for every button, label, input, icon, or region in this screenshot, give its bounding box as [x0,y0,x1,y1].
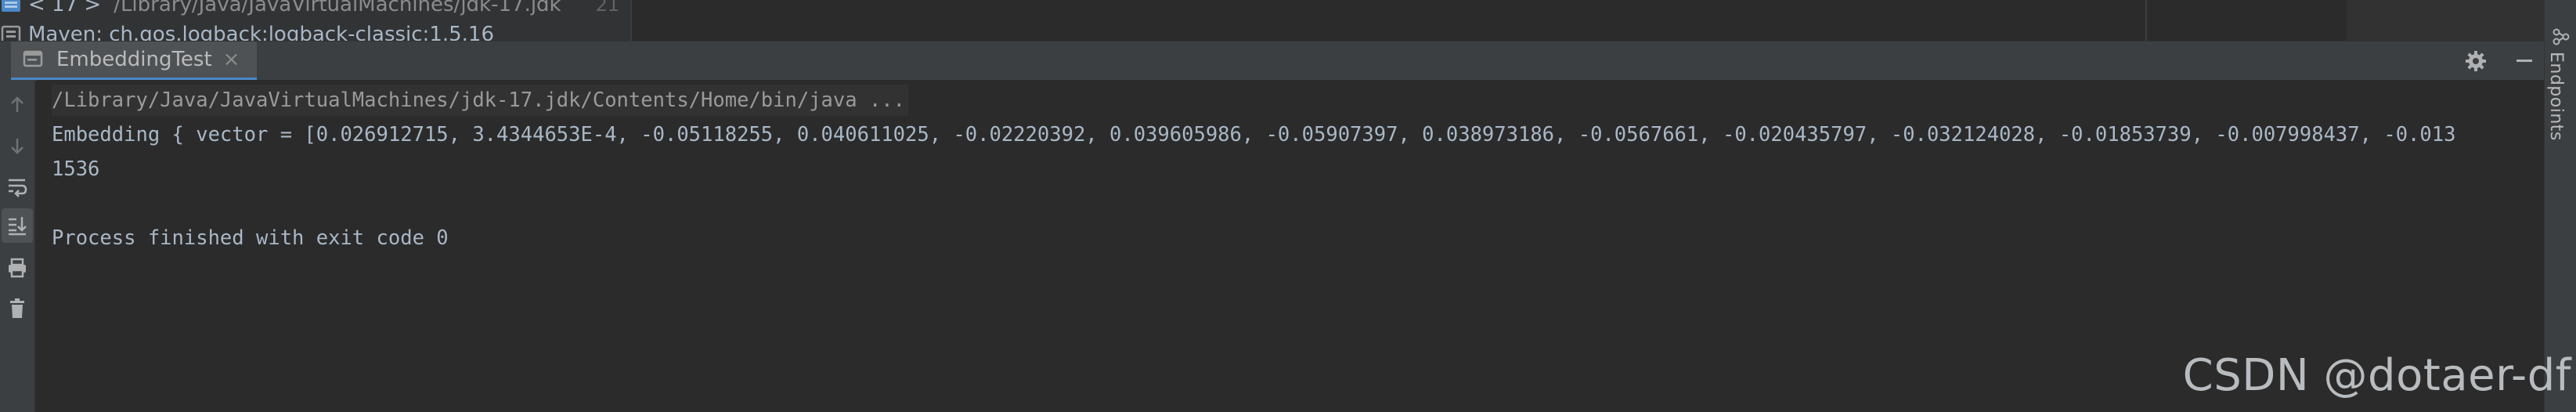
maven-library-row[interactable]: Maven: ch.qos.logback:logback-classic:1.… [0,22,494,41]
watermark: CSDN @dotaer-df [2182,350,2571,401]
gear-icon[interactable] [2459,44,2493,78]
close-icon[interactable]: × [223,49,240,70]
console-toolbar [0,80,35,412]
print-icon[interactable] [0,251,34,285]
library-folder-icon [0,0,23,15]
endpoints-icon [2553,28,2570,45]
console-dimension-line: 1536 [52,157,100,181]
jdk-path-label: /Library/Java/JavaVirtualMachines/jdk-17… [114,0,561,16]
down-arrow-icon[interactable] [0,128,34,163]
console-output-line: Embedding { vector = [0.026912715, 3.434… [52,123,2456,146]
editor-pane [630,0,2147,41]
jdk-version-label: < 17 > [28,0,102,16]
editor-pane-right [2145,0,2347,41]
jdk-library-row[interactable]: < 17 > /Library/Java/JavaVirtualMachines… [0,0,619,19]
run-config-icon [22,49,45,70]
editor-strip: < 17 > /Library/Java/JavaVirtualMachines… [0,0,2576,41]
console-output[interactable]: /Library/Java/JavaVirtualMachines/jdk-17… [36,80,2543,412]
run-header-actions [2444,42,2542,81]
tab-embedding-test[interactable]: EmbeddingTest × [11,42,258,81]
minus-icon[interactable] [2507,44,2542,78]
up-arrow-icon[interactable] [0,88,34,122]
library-jar-icon [0,24,23,41]
run-tool-window-header: EmbeddingTest × [0,41,2576,81]
external-libraries-panel: < 17 > /Library/Java/JavaVirtualMachines… [0,0,630,41]
ide-window: < 17 > /Library/Java/JavaVirtualMachines… [0,0,2576,412]
soft-wrap-icon[interactable] [0,169,34,204]
scroll-to-end-icon[interactable] [2,208,33,243]
console-command-line[interactable]: /Library/Java/JavaVirtualMachines/jdk-17… [52,85,909,116]
endpoints-tab[interactable]: Endpoints [2546,52,2566,141]
editor-gutter-right [2347,0,2576,41]
console-exit-line: Process finished with exit code 0 [52,226,449,250]
maven-library-label: Maven: ch.qos.logback:logback-classic:1.… [28,23,495,41]
trash-icon[interactable] [0,291,34,326]
line-number: 21 [595,0,620,16]
tab-label: EmbeddingTest [56,48,212,71]
